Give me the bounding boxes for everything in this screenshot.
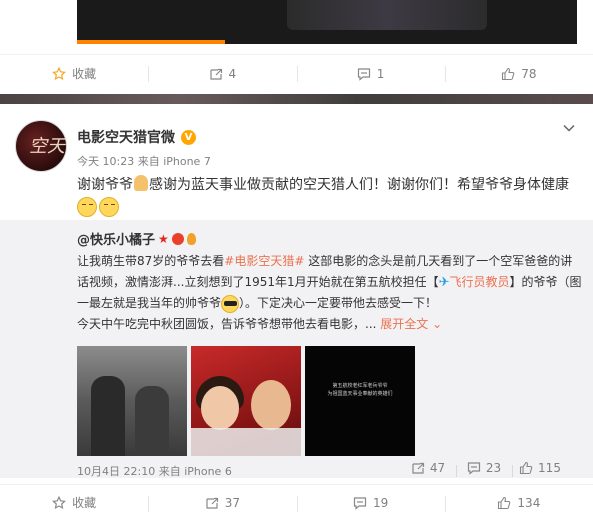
post-text-part2: 感谢为蓝天事业做贡献的空天猎人们！谢谢你们！希望爷爷身体健康 xyxy=(149,177,569,193)
video-progress xyxy=(77,40,225,44)
post-actions: 收藏 37 19 134 xyxy=(0,484,593,520)
photo-figure xyxy=(135,386,169,456)
post-meta: 今天 10:23 来自 iPhone 7 xyxy=(77,153,211,169)
video-player[interactable] xyxy=(77,0,577,44)
expand-full-text-link[interactable]: 展开全文 ⌄ xyxy=(380,317,442,331)
star-icon xyxy=(52,66,67,81)
repost-button[interactable]: 4 xyxy=(148,55,296,92)
repost-icon xyxy=(411,461,425,475)
photo-figure xyxy=(251,380,291,430)
background-strip xyxy=(0,94,593,104)
repost-count: 37 xyxy=(224,495,241,510)
favorite-button[interactable]: 收藏 xyxy=(0,55,148,92)
favorite-button[interactable]: 收藏 xyxy=(0,485,148,520)
sunglasses-emoji-icon xyxy=(221,294,240,313)
chevron-down-icon[interactable] xyxy=(562,120,576,134)
comment-icon xyxy=(467,461,481,475)
comment-count: 1 xyxy=(376,66,385,81)
post-card: 空天 电影空天猎官微 V 今天 10:23 来自 iPhone 7 谢谢爷爷 感谢… xyxy=(0,104,593,520)
comment-count: 19 xyxy=(372,495,389,510)
photo-figure xyxy=(201,386,239,430)
balloon-badge-icon xyxy=(186,232,196,245)
photo-thumbnail-3[interactable]: 第五航校老红军老兵爷爷 为祖国蓝天事业奉献的英雄们 xyxy=(305,346,415,456)
airplane-icon: ✈ xyxy=(438,275,450,290)
repost-button[interactable]: 37 xyxy=(148,485,296,520)
repost-box: @快乐小橘子 ★ 让我萌生带87岁的爷爷去看#电影空天猎# 这部电影的念头是前几… xyxy=(0,220,593,478)
like-button[interactable]: 78 xyxy=(444,55,593,92)
repost-like-count: 115 xyxy=(538,461,561,475)
repost-text-e: 今天中午吃完中秋团圆饭，告诉爷爷想带他去看电影，... xyxy=(77,317,377,331)
repost-meta: 10月4日 22:10 来自 iPhone 6 xyxy=(77,463,232,479)
member-badge-icon xyxy=(171,232,184,245)
post-source: 来自 iPhone 7 xyxy=(137,155,211,168)
star-icon xyxy=(52,495,67,510)
hashtag-link[interactable]: #电影空天猎# xyxy=(224,254,304,268)
comment-button[interactable]: 1 xyxy=(296,55,445,92)
repost-source: 来自 iPhone 6 xyxy=(158,465,232,478)
thumbnail-caption-line1: 第五航校老红军老兵爷爷 xyxy=(332,383,388,389)
chevron-down-icon: ⌄ xyxy=(432,317,443,331)
repost-author-row: @快乐小橘子 ★ xyxy=(77,229,196,248)
repost-text-d: ）。下定决心一定要带他去感受一下！ xyxy=(239,296,438,310)
thumbnail-caption-line2: 为祖国蓝天事业奉献的英雄们 xyxy=(327,391,393,397)
like-count: 134 xyxy=(517,495,541,510)
avatar[interactable]: 空天 xyxy=(15,120,67,172)
photo-thumbnail-2[interactable] xyxy=(191,346,301,456)
photo-figure xyxy=(91,376,125,456)
repost-repost-count: 47 xyxy=(429,461,446,475)
like-icon xyxy=(497,496,511,510)
photo-figure xyxy=(191,428,301,456)
repost-stats: 47 23 115 xyxy=(400,458,568,478)
repost-like-button[interactable]: 115 xyxy=(512,461,568,477)
photo-thumbnail-1[interactable] xyxy=(77,346,187,456)
smile-emoji-icon xyxy=(77,197,97,217)
post-time[interactable]: 今天 10:23 xyxy=(77,155,134,168)
smile-emoji-icon xyxy=(99,197,119,217)
repost-time[interactable]: 10月4日 22:10 xyxy=(77,465,155,478)
comment-icon xyxy=(353,496,367,510)
like-icon xyxy=(519,461,533,475)
pray-emoji-icon xyxy=(134,175,148,191)
repost-text: 让我萌生带87岁的爷爷去看#电影空天猎# 这部电影的念头是前几天看到了一个空军爸… xyxy=(77,251,582,335)
post-text: 谢谢爷爷 感谢为蓝天事业做贡献的空天猎人们！谢谢你们！希望爷爷身体健康 xyxy=(77,174,582,218)
repost-repost-button[interactable]: 47 xyxy=(400,461,456,475)
star-badge-icon: ★ xyxy=(158,231,169,246)
repost-comment-count: 23 xyxy=(485,461,502,475)
avatar-text: 空天 xyxy=(29,136,65,157)
post-text-part1: 谢谢爷爷 xyxy=(77,177,133,193)
like-count: 78 xyxy=(521,66,537,81)
instructor-link[interactable]: 飞行员教员 xyxy=(450,275,510,289)
verified-badge-icon: V xyxy=(181,129,196,145)
author-row: 电影空天猎官微 V xyxy=(77,127,196,147)
repost-author[interactable]: @快乐小橘子 xyxy=(77,229,155,248)
repost-count: 4 xyxy=(228,66,237,81)
repost-text-a: 让我萌生带87岁的爷爷去看 xyxy=(77,254,225,268)
repost-icon xyxy=(209,67,223,81)
like-icon xyxy=(501,67,515,81)
expand-label: 展开全文 xyxy=(380,317,429,331)
previous-post-card: 收藏 4 1 78 xyxy=(0,0,593,94)
comment-button[interactable]: 19 xyxy=(296,485,445,520)
previous-post-actions: 收藏 4 1 78 xyxy=(0,54,593,92)
repost-icon xyxy=(205,496,219,510)
favorite-label: 收藏 xyxy=(72,496,97,510)
author-name[interactable]: 电影空天猎官微 xyxy=(77,127,175,147)
video-frame xyxy=(287,0,487,30)
comment-icon xyxy=(357,67,371,81)
favorite-label: 收藏 xyxy=(72,67,97,81)
repost-comment-button[interactable]: 23 xyxy=(456,461,512,477)
like-button[interactable]: 134 xyxy=(444,485,593,520)
